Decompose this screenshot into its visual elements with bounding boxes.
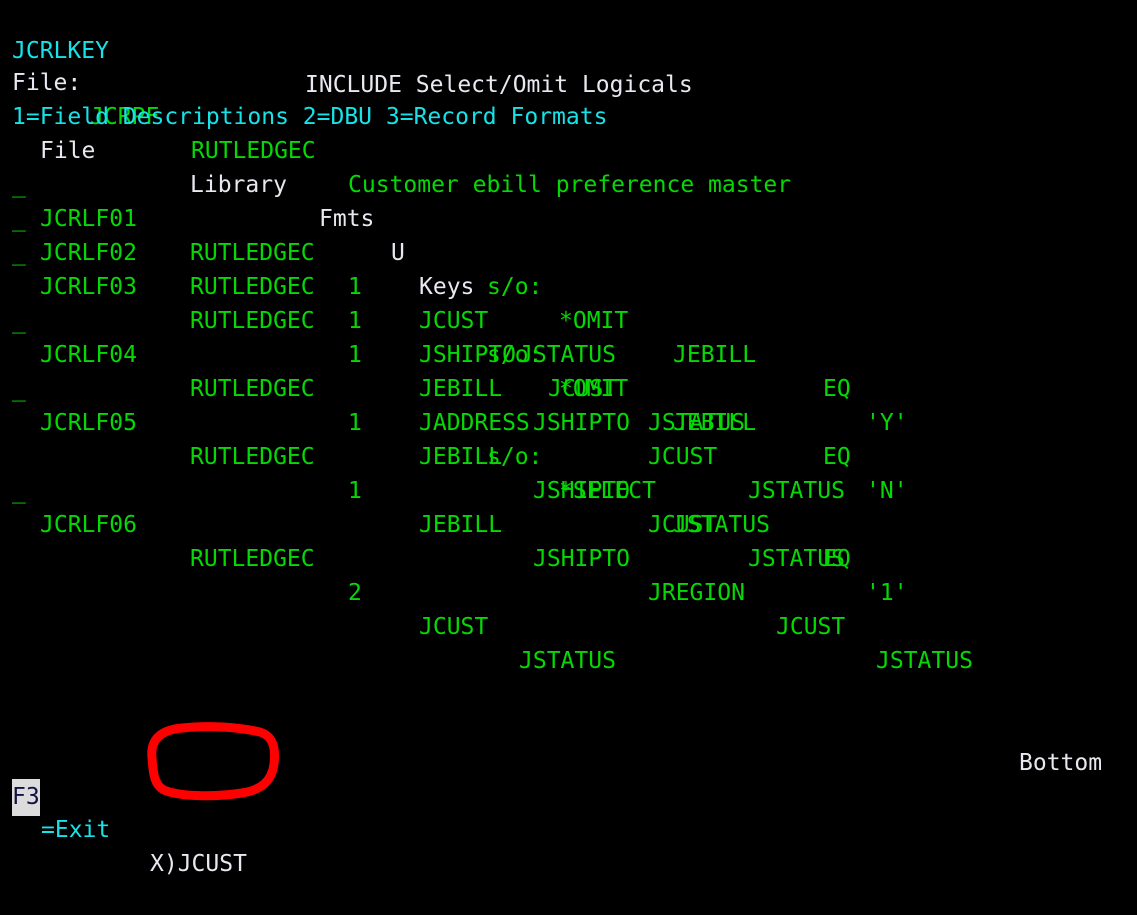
row-key-0: JCUST [419,614,489,640]
row-file[interactable]: JCRLF06 [40,508,137,542]
key-continuation-line: JADDRESS [0,372,1137,436]
row-key-0: JEBILL [419,512,503,538]
select-omit-line: s/o: *SELECT JSTATUS EQ '1' [0,406,1137,606]
header-line: JCRLKEY INCLUDE Select/Omit Logicals [0,0,1137,98]
fkey-f3-label: =Exit [41,817,111,843]
so-field: JSTATUS [673,512,770,538]
row-key-2: JREGION [648,580,745,606]
table-row[interactable]: _ JCRLF02 RUTLEDGEC 1 JSHIPTO JCUST JSTA… [0,168,1137,436]
table-header-row: File Library Fmts U Keys [0,100,1137,300]
table-row[interactable]: _ JCRLF06 RUTLEDGEC 2 JCUST JSTATUS [0,440,1137,674]
row-key-4: JSTATUS [876,648,973,674]
select-omit-line: s/o: *OMIT JEBILL EQ 'Y' [0,236,1137,436]
table-row[interactable]: _ JCRLF05 RUTLEDGEC 1 JEBILL JSHIPTO JRE… [0,338,1137,674]
table-row[interactable]: _ JCRLF03 RUTLEDGEC 1 JEBILL JSHIPTO JCU… [0,202,1137,504]
select-omit-line: s/o: *OMIT JEBILL EQ 'N' [0,304,1137,504]
file-info-line: File: JCRPF RUTLEDGEC Customer ebill pre… [0,32,1137,198]
row-fmts: 1 [348,478,362,504]
row-key-1: JSTATUS [519,648,616,674]
terminal-screen: JCRLKEY INCLUDE Select/Omit Logicals Fil… [0,0,1137,877]
row-library: RUTLEDGEC [190,546,315,572]
so-value: '1' [866,580,908,606]
so-value: 'N' [866,478,908,504]
so-type: *SELECT [559,478,656,504]
position-indicator-line: Bottom [0,712,1137,776]
table-row[interactable]: _ JCRLF04 RUTLEDGEC 1 JEBILL JSHIPTO JCU… [0,270,1137,572]
option-legend-line: 1=Field Descriptions 2=DBU 3=Record Form… [0,66,1137,130]
row-key-1: JSHIPTO [533,546,630,572]
so-operator: EQ [823,546,851,572]
option-input-field[interactable]: _ [12,474,26,508]
table-row[interactable]: _ JCRLF01 RUTLEDGEC 1 JCUST JSTATUS [0,134,1137,368]
annotated-note: X)JCUST [150,851,247,877]
row-key-3: JCUST [776,614,846,640]
function-key-line: F3 =Exit X)JCUST [0,745,1137,877]
row-fmts: 2 [348,580,362,606]
fkey-f3-button[interactable]: F3 [12,779,40,816]
row-key-3: JSTATUS [748,478,845,504]
